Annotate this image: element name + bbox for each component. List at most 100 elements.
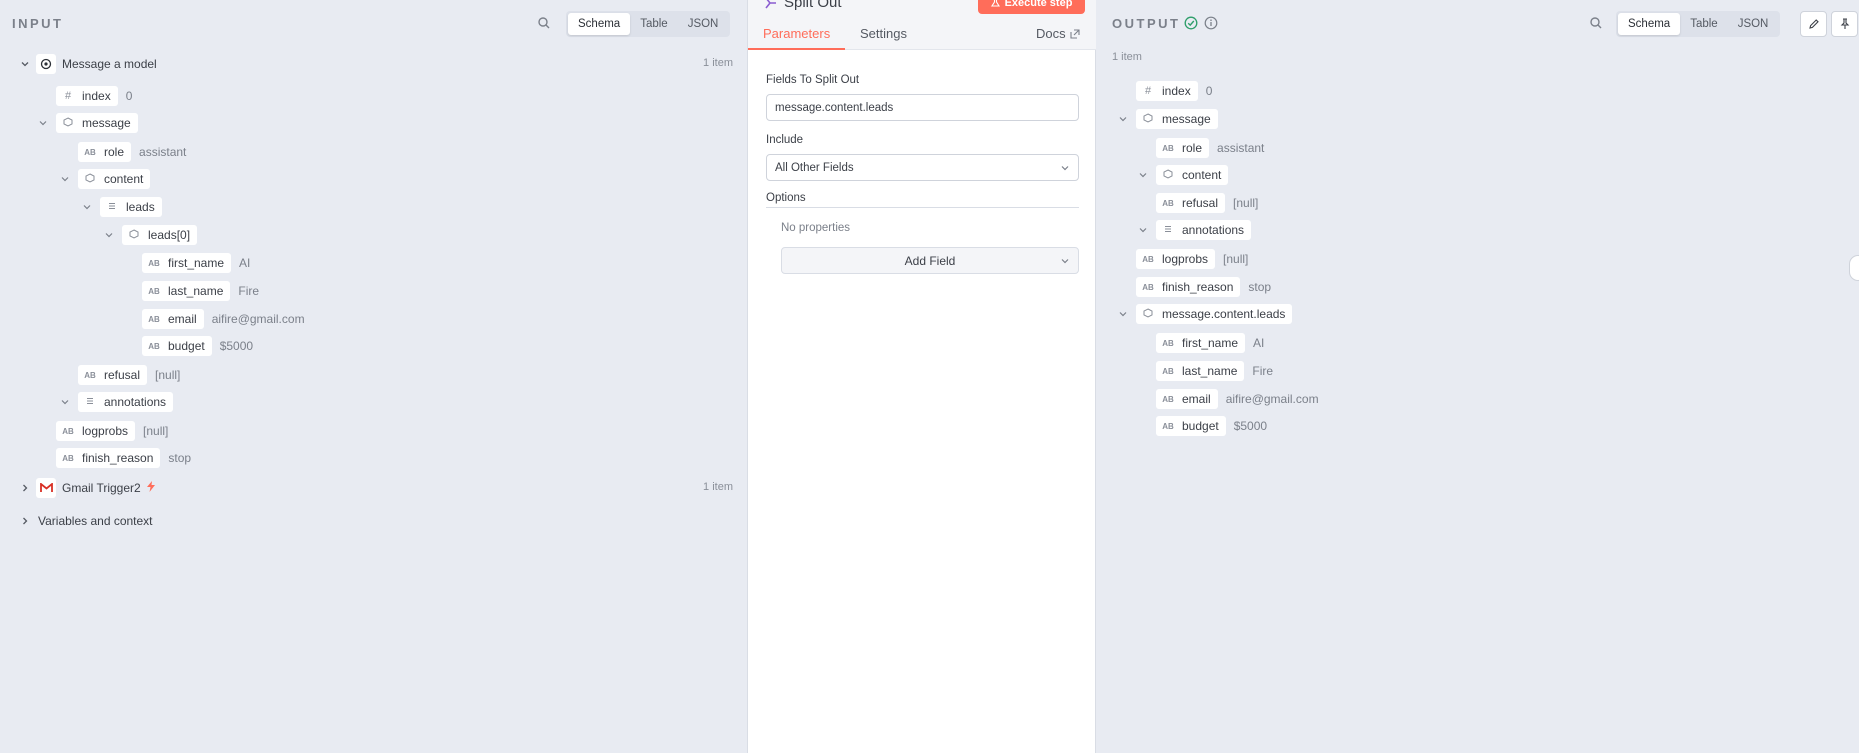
chevron-down-icon[interactable] [36,113,50,133]
pencil-icon [1808,19,1819,29]
chevron-down-icon[interactable] [102,225,116,245]
edit-output-button[interactable] [1800,11,1827,37]
string-type-icon: AB [148,258,160,268]
panel-resize-handle[interactable] [1849,255,1859,281]
input-json-tab[interactable]: JSON [678,13,729,35]
node-gmail-trigger2[interactable]: Gmail Trigger2 [18,478,155,498]
string-type-icon: AB [1162,421,1174,431]
chevron-down-icon[interactable] [1116,109,1130,129]
string-type-icon: AB [1162,366,1174,376]
field-finish-reason[interactable]: AB finish_reason stop [56,448,191,468]
docs-link[interactable]: Docs [1036,26,1080,41]
node-message-a-model[interactable]: Message a model [18,54,157,74]
search-icon[interactable] [1589,16,1603,30]
options-label: Options [766,192,806,204]
field-message[interactable]: message [36,113,138,133]
item-count: 1 item [703,57,733,69]
openai-icon [36,54,56,74]
field-logprobs[interactable]: AB logprobs [null] [56,421,168,441]
field-index[interactable]: # index 0 [56,86,132,106]
include-select[interactable]: All Other Fields [766,154,1079,181]
array-type-icon [82,396,98,408]
chevron-down-icon[interactable] [18,54,32,74]
field-leads-0[interactable]: leads[0] [102,225,198,245]
number-type-icon: # [1144,85,1152,97]
fields-to-split-input[interactable]: message.content.leads [766,94,1079,121]
out-field-email[interactable]: AB email aifire@gmail.com [1156,389,1319,409]
chevron-down-icon[interactable] [58,169,72,189]
field-refusal[interactable]: AB refusal [null] [78,365,180,385]
out-field-index[interactable]: # index 0 [1136,81,1212,101]
node-variables-context[interactable]: Variables and context [18,511,153,531]
chevron-down-icon[interactable] [1136,165,1150,185]
input-title: INPUT [12,16,64,31]
chevron-down-icon [1061,258,1069,263]
out-field-budget[interactable]: AB budget $5000 [1156,416,1267,436]
field-budget[interactable]: AB budget $5000 [142,336,253,356]
chevron-down-icon[interactable] [1116,304,1130,324]
field-annotations[interactable]: annotations [58,392,174,412]
out-field-annotations[interactable]: annotations [1136,220,1252,240]
output-json-tab[interactable]: JSON [1728,13,1779,35]
item-count: 1 item [703,481,733,493]
active-tab-indicator [748,48,845,50]
output-panel: OUTPUT 1 item Schema Table JSON # index 0… [1096,0,1859,753]
out-field-leads[interactable]: message.content.leads [1116,304,1293,324]
node-label: Variables and context [38,514,153,528]
fields-to-split-label: Fields To Split Out [766,74,860,86]
field-leads[interactable]: leads [80,197,162,217]
chevron-down-icon [1061,165,1069,170]
input-schema-tab[interactable]: Schema [568,13,631,35]
out-field-finish-reason[interactable]: AB finish_reason stop [1136,277,1271,297]
array-type-icon [1160,224,1176,236]
object-type-icon [1140,113,1156,125]
chevron-right-icon[interactable] [18,478,32,498]
chevron-down-icon[interactable] [58,392,72,412]
node-label: Message a model [62,57,157,71]
out-field-message[interactable]: message [1116,109,1218,129]
options-divider [766,207,1079,208]
output-item-count: 1 item [1112,51,1142,63]
string-type-icon: AB [1162,338,1174,348]
string-type-icon: AB [62,426,74,436]
chevron-right-icon[interactable] [18,511,32,531]
node-settings-panel: Split Out Execute step Parameters Settin… [747,0,1097,753]
input-table-tab[interactable]: Table [630,13,678,35]
string-type-icon: AB [1162,198,1174,208]
pin-output-button[interactable] [1831,11,1858,37]
field-role[interactable]: AB role assistant [78,142,186,162]
external-link-icon [1070,28,1080,39]
out-field-role[interactable]: AB role assistant [1156,138,1264,158]
output-table-tab[interactable]: Table [1680,13,1728,35]
chevron-down-icon[interactable] [1136,220,1150,240]
info-icon[interactable] [1204,16,1218,30]
out-field-last-name[interactable]: AB last_name Fire [1156,361,1273,381]
gmail-icon [36,478,56,498]
flask-icon [990,0,1000,7]
out-field-refusal[interactable]: AB refusal [null] [1156,193,1258,213]
chevron-down-icon[interactable] [80,197,94,217]
out-field-content[interactable]: content [1136,165,1229,185]
tab-settings[interactable]: Settings [860,26,907,41]
out-field-first-name[interactable]: AB first_name AI [1156,333,1264,353]
add-field-button[interactable]: Add Field [781,247,1079,274]
output-schema-tab[interactable]: Schema [1618,13,1681,35]
field-first-name[interactable]: AB first_name AI [142,253,250,273]
string-type-icon: AB [148,286,160,296]
string-type-icon: AB [62,453,74,463]
string-type-icon: AB [84,147,96,157]
search-icon[interactable] [537,16,551,30]
field-last-name[interactable]: AB last_name Fire [142,281,259,301]
field-email[interactable]: AB email aifire@gmail.com [142,309,305,329]
string-type-icon: AB [1162,143,1174,153]
execute-step-button[interactable]: Execute step [978,0,1085,14]
string-type-icon: AB [84,370,96,380]
input-panel: INPUT Schema Table JSON Message a model … [0,0,747,753]
split-out-icon [765,0,776,8]
tab-parameters[interactable]: Parameters [763,26,830,41]
object-type-icon [1160,169,1176,181]
object-type-icon [126,229,142,241]
out-field-logprobs[interactable]: AB logprobs [null] [1136,249,1248,269]
output-view-toggle: Schema Table JSON [1616,11,1781,37]
field-content[interactable]: content [58,169,151,189]
